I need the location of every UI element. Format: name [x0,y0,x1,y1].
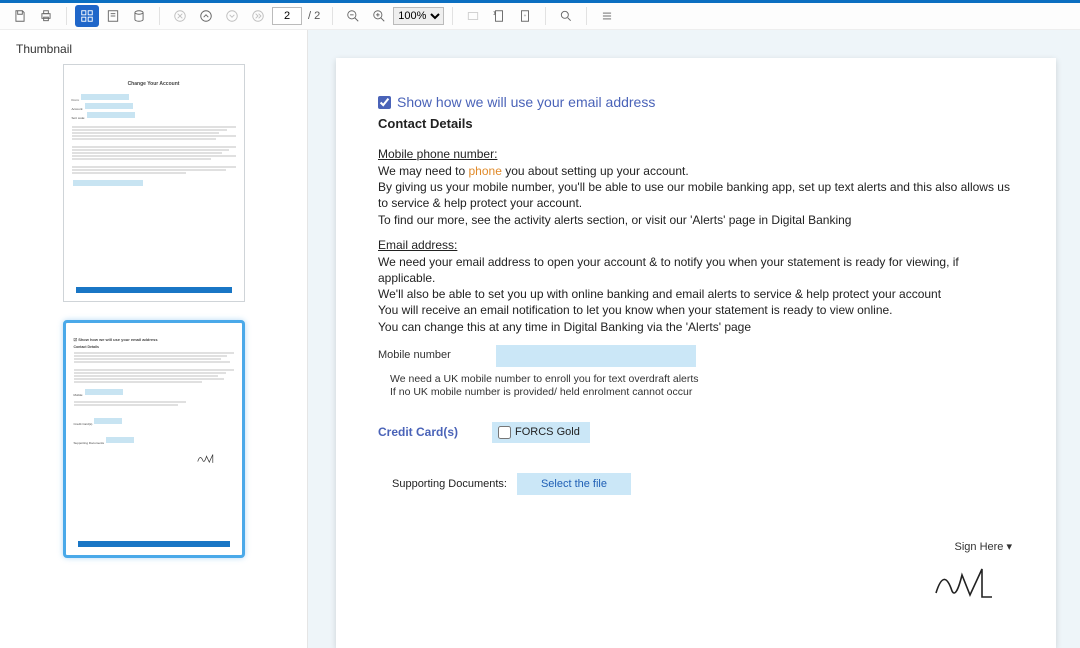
fit-width-icon[interactable] [461,5,485,27]
sidebar-title: Thumbnail [16,42,291,56]
zoom-select[interactable]: 100% [393,7,444,25]
signature-icon [932,561,1012,601]
first-page-icon[interactable] [168,5,192,27]
separator [545,7,546,25]
print-icon[interactable] [34,5,58,27]
select-file-button[interactable]: Select the file [517,473,631,495]
prev-page-icon[interactable] [194,5,218,27]
search-icon[interactable] [554,5,578,27]
separator [159,7,160,25]
forcs-gold-checkbox[interactable] [498,426,511,439]
mobile-number-row: Mobile number [378,345,1014,367]
show-email-label: Show how we will use your email address [397,94,655,110]
thumbnail-page-1[interactable]: Change Your Account From: Account: Sort … [63,64,245,302]
rotate-icon[interactable]: + [513,5,537,27]
next-page-icon[interactable] [220,5,244,27]
mobile-number-input[interactable] [496,345,696,367]
page-2: Show how we will use your email address … [336,58,1056,648]
svg-text:+: + [524,13,527,18]
toolbar: / 2 100% + [0,0,1080,30]
zoom-out-icon[interactable] [341,5,365,27]
separator [586,7,587,25]
separator [332,7,333,25]
signature-area: Sign Here ▾ [932,540,1012,604]
credit-card-row: Credit Card(s) FORCS Gold [378,422,1014,443]
email-text: We need your email address to open your … [378,254,1014,335]
document-viewer[interactable]: Show how we will use your email address … [308,30,1080,648]
show-email-checkbox-row: Show how we will use your email address [378,94,1014,110]
mobile-phone-heading: Mobile phone number: [378,147,1014,161]
last-page-icon[interactable] [246,5,270,27]
email-heading: Email address: [378,238,1014,252]
thumbnail-page-2[interactable]: ☑ Show how we will use your email addres… [63,320,245,558]
supporting-docs-label: Supporting Documents: [392,478,507,490]
menu-icon[interactable] [595,5,619,27]
thumbnail-panel-icon[interactable] [75,5,99,27]
mobile-text: We may need to phone you about setting u… [378,163,1014,228]
page-total: / 2 [308,10,320,22]
outline-panel-icon[interactable] [101,5,125,27]
supporting-docs-row: Supporting Documents: Select the file [378,473,1014,495]
data-panel-icon[interactable] [127,5,151,27]
page-input[interactable] [272,7,302,25]
zoom-in-icon[interactable] [367,5,391,27]
credit-card-label: Credit Card(s) [378,425,458,439]
sign-here-label[interactable]: Sign Here ▾ [932,540,1012,553]
forcs-gold-option[interactable]: FORCS Gold [492,422,590,443]
mobile-number-label: Mobile number [378,345,478,361]
fit-page-icon[interactable] [487,5,511,27]
contact-details-heading: Contact Details [378,116,1014,131]
separator [66,7,67,25]
separator [452,7,453,25]
show-email-checkbox[interactable] [378,96,391,109]
mobile-note: We need a UK mobile number to enroll you… [390,373,1014,400]
save-icon[interactable] [8,5,32,27]
thumbnail-sidebar: Thumbnail Change Your Account From: Acco… [0,30,308,648]
